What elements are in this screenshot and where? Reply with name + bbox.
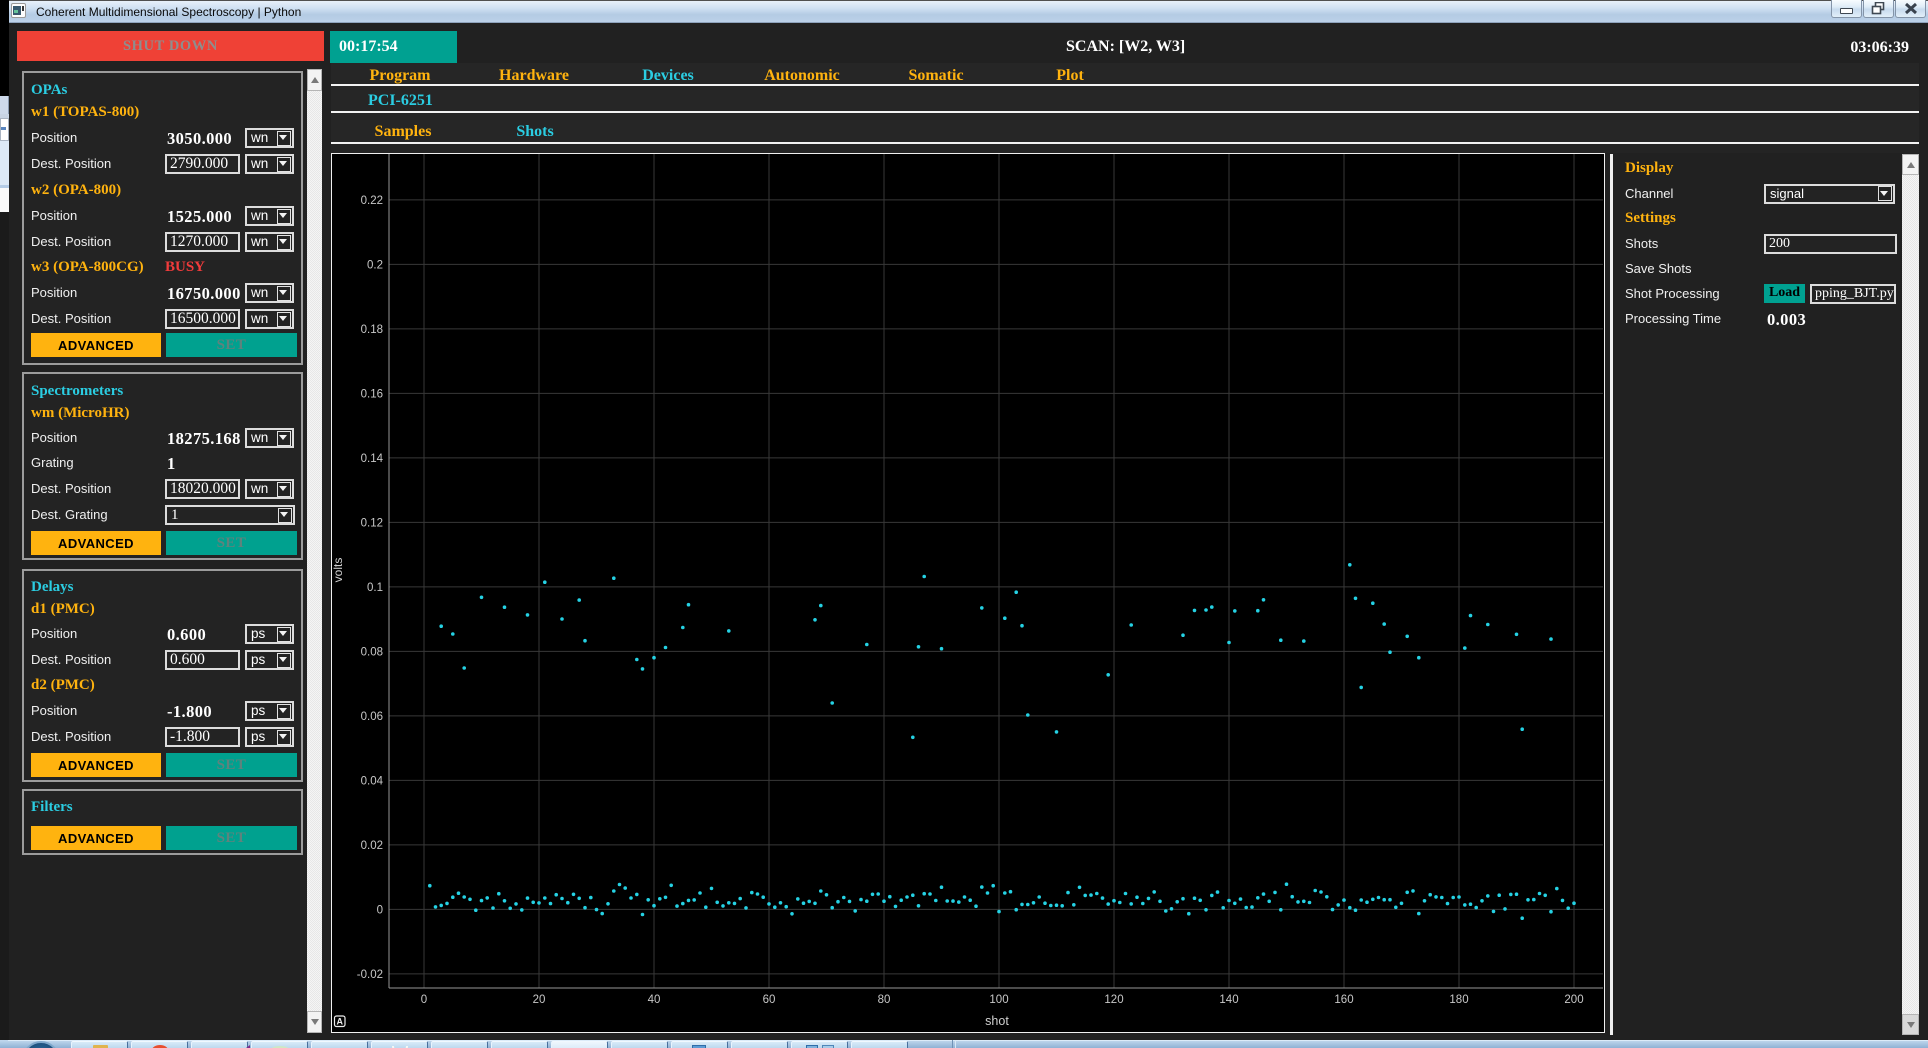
svg-text:0.12: 0.12	[360, 517, 382, 529]
svg-text:-0.02: -0.02	[356, 969, 382, 981]
svg-text:volts: volts	[332, 558, 345, 583]
svg-text:0.22: 0.22	[360, 195, 382, 207]
svg-text:100: 100	[989, 994, 1008, 1006]
svg-text:0.14: 0.14	[360, 453, 383, 465]
svg-text:120: 120	[1104, 994, 1123, 1006]
svg-text:60: 60	[762, 994, 775, 1006]
svg-text:0.04: 0.04	[360, 775, 383, 787]
svg-text:80: 80	[877, 994, 890, 1006]
svg-text:0: 0	[420, 994, 426, 1006]
svg-text:200: 200	[1564, 994, 1583, 1006]
svg-text:0.18: 0.18	[360, 324, 382, 336]
svg-text:A: A	[336, 1017, 343, 1027]
svg-text:40: 40	[647, 994, 660, 1006]
svg-text:160: 160	[1334, 994, 1353, 1006]
svg-text:20: 20	[532, 994, 545, 1006]
svg-text:0: 0	[376, 904, 382, 916]
svg-text:0.2: 0.2	[367, 259, 383, 271]
svg-text:140: 140	[1219, 994, 1238, 1006]
svg-text:0.06: 0.06	[360, 711, 382, 723]
svg-text:180: 180	[1449, 994, 1468, 1006]
svg-text:0.16: 0.16	[360, 388, 382, 400]
svg-text:0.1: 0.1	[367, 582, 383, 594]
svg-text:0.02: 0.02	[360, 840, 382, 852]
svg-text:shot: shot	[985, 1014, 1009, 1028]
svg-text:0.08: 0.08	[360, 646, 382, 658]
